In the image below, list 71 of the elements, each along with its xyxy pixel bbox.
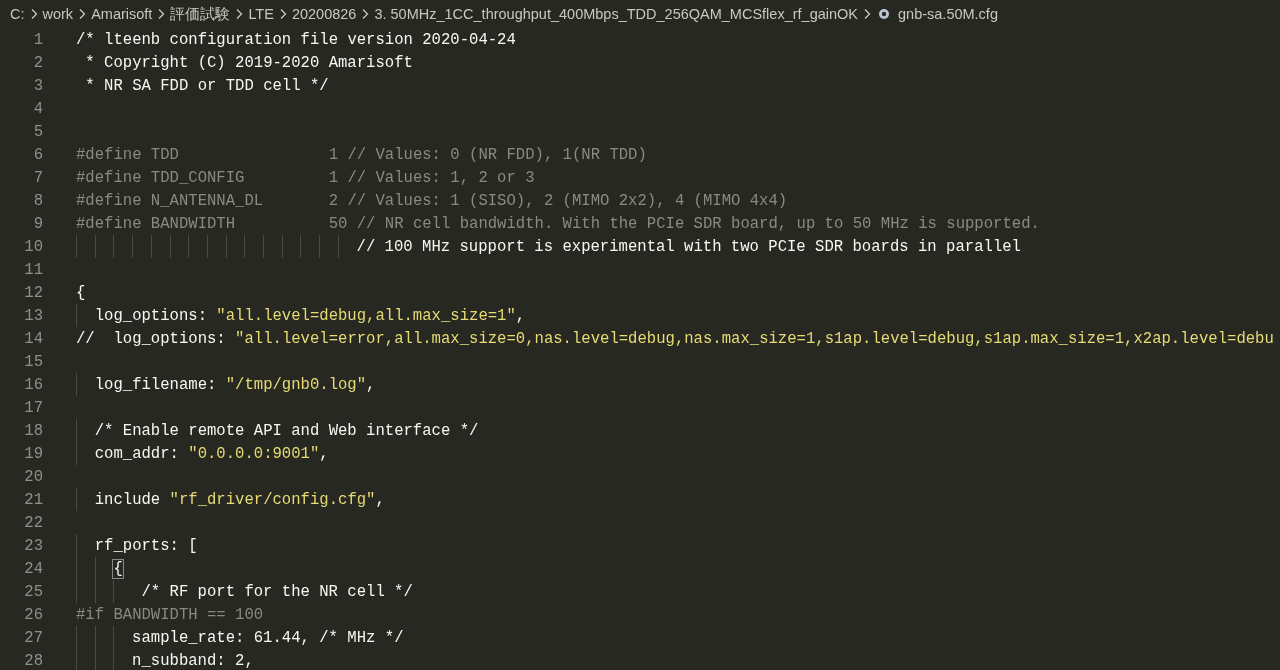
line-number: 8 [32, 191, 43, 210]
code-text: /* RF port for the NR cell */ [141, 582, 413, 601]
breadcrumb-item[interactable]: 3. 50MHz_1CC_throughput_400Mbps_TDD_256QAM_MCSflex_rf_gainOK [374, 6, 858, 22]
chevron-icon [156, 8, 167, 20]
code-text: , [366, 375, 376, 394]
line-number: 24 [23, 559, 43, 578]
line-number: 14 [23, 329, 43, 348]
line-number: 10 [23, 237, 43, 256]
line-number: 18 [23, 421, 43, 440]
line-number: 4 [32, 99, 43, 118]
string-literal: "rf_driver/config.cfg" [169, 490, 376, 509]
code-text: // 100 MHz support is experimental with two PCIe SDR boards in parallel [356, 237, 1021, 256]
code-text: log_options: [94, 306, 208, 325]
line-number: 20 [23, 467, 43, 486]
code-text: , [375, 490, 385, 509]
string-literal: "0.0.0.0:9001" [188, 444, 320, 463]
preprocessor-line: #define BANDWIDTH 50 // NR cell bandwidth. With the PCIe SDR board, up to 50 MHz is supported. [76, 214, 1040, 233]
breadcrumb-item[interactable]: LTE [248, 6, 274, 22]
line-number: 5 [32, 122, 43, 141]
line-number: 15 [23, 352, 43, 371]
breadcrumb-item[interactable]: C: [10, 6, 25, 22]
code-text: , [515, 306, 526, 325]
chevron-icon [234, 8, 245, 20]
line-number: 19 [23, 444, 43, 463]
line-number: 23 [23, 536, 43, 555]
chevron-icon [360, 8, 371, 20]
preprocessor-line: #define TDD_CONFIG 1 // Values: 1, 2 or 3 [76, 168, 535, 187]
breadcrumb-item[interactable]: 評価試験 [170, 4, 231, 24]
line-number: 22 [23, 513, 43, 532]
code-text: rf_ports: [ [94, 536, 198, 555]
line-number: 13 [23, 306, 43, 325]
code-text: n_subband: 2, [132, 651, 254, 670]
line-number: 7 [32, 168, 43, 187]
chevron-icon [77, 8, 88, 20]
code-text: /* Enable remote API and Web interface */ [94, 421, 479, 440]
code-text: com_addr: [94, 444, 180, 463]
preprocessor-line: #define TDD 1 // Values: 0 (NR FDD), 1(NR TDD) [76, 145, 647, 164]
breadcrumb-item[interactable]: 20200826 [291, 6, 357, 22]
code-text: include [94, 490, 162, 509]
code-text: log_filename: [94, 375, 218, 394]
code-text: /* lteenb configuration file version 2020-04-24 [76, 30, 516, 49]
matched-bracket: { [113, 559, 123, 578]
line-number: 25 [23, 582, 43, 601]
breadcrumb-item[interactable]: work [42, 6, 74, 22]
code-text: * NR SA FDD or TDD cell */ [85, 76, 329, 95]
line-number: 27 [23, 628, 43, 647]
preprocessor-line: #if BANDWIDTH == 100 [76, 605, 264, 624]
line-number: 12 [23, 283, 43, 302]
breadcrumb-item[interactable]: gnb-sa.50M.cfg [898, 6, 998, 22]
line-number: 17 [23, 398, 43, 417]
line-number: 3 [32, 76, 43, 95]
line-number: 9 [32, 214, 43, 233]
line-number: 28 [23, 651, 43, 670]
code-text: * Copyright (C) 2019-2020 Amarisoft [85, 53, 413, 72]
line-number: 6 [32, 145, 43, 164]
string-literal: "/tmp/gnb0.log" [225, 375, 367, 394]
line-number: 16 [23, 375, 43, 394]
code-text: , [319, 444, 329, 463]
breadcrumb-item[interactable]: Amarisoft [91, 6, 153, 22]
line-number: 21 [23, 490, 43, 509]
line-number: 2 [32, 53, 43, 72]
code-text: { [76, 283, 86, 302]
line-number: 1 [32, 30, 43, 49]
line-number: 26 [23, 605, 43, 624]
line-number: 11 [23, 260, 43, 279]
code-text: // log_options: [76, 329, 227, 348]
preprocessor-line: #define N_ANTENNA_DL 2 // Values: 1 (SISO), 2 (MIMO 2x2), 4 (MIMO 4x4) [76, 191, 788, 210]
string-literal: "all.level=error,all.max_size=0,nas.level=debug,nas.max_size=1,s1ap.level=debug,s1ap.max_size=1,x2ap.level=debu [235, 329, 1274, 348]
chevron-icon [862, 8, 872, 20]
code-text: sample_rate: 61.44, /* MHz */ [132, 628, 404, 647]
string-literal: "all.level=debug,all.max_size=1" [216, 306, 516, 325]
